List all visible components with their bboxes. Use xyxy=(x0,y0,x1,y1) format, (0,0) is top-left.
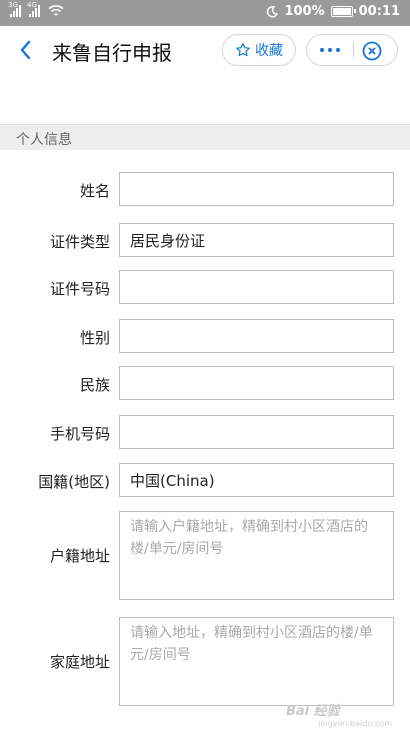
nationality-select[interactable]: 中国(China) xyxy=(119,463,394,497)
name-label: 姓名 xyxy=(79,182,110,200)
battery-percent: 100% xyxy=(284,4,325,19)
phone-input[interactable] xyxy=(119,415,394,449)
watermark-url: jingyan.baidu.com xyxy=(318,719,392,728)
signal-icon: 3G xyxy=(8,1,21,17)
more-button[interactable] xyxy=(307,35,353,65)
signal-icon: 4G xyxy=(27,1,40,17)
signal-tag: 4G xyxy=(27,1,37,9)
home-address-label: 家庭地址 xyxy=(49,653,110,671)
home-address-textarea[interactable]: 请输入地址，精确到村小区酒店的楼/单元/房间号 xyxy=(119,617,394,706)
divider xyxy=(353,42,354,58)
wifi-icon xyxy=(48,5,64,16)
favorite-label: 收藏 xyxy=(255,43,283,59)
watermark-brand: Bai 经验 xyxy=(286,704,340,719)
capsule-menu xyxy=(306,34,398,66)
favorite-button[interactable]: 收藏 xyxy=(222,34,296,66)
close-miniprogram-icon[interactable] xyxy=(359,38,385,64)
moon-icon xyxy=(267,5,279,17)
signal-indicators: 3G 4G xyxy=(8,1,64,17)
more-dots-icon xyxy=(320,48,324,52)
clock: 00:11 xyxy=(358,4,400,19)
back-icon[interactable] xyxy=(14,36,38,64)
name-input[interactable] xyxy=(119,172,394,206)
status-bar: 3G 4G 100% 00:11 xyxy=(0,0,410,26)
section-header: 个人信息 xyxy=(0,124,410,150)
app-header: 来鲁自行申报 收藏 xyxy=(0,26,410,74)
gender-label: 性别 xyxy=(79,329,110,347)
id-number-label: 证件号码 xyxy=(49,280,110,298)
phone-label: 手机号码 xyxy=(49,425,110,443)
section-title: 个人信息 xyxy=(16,132,72,148)
household-address-label: 户籍地址 xyxy=(49,547,110,565)
household-address-textarea[interactable]: 请输入户籍地址，精确到村小区酒店的楼/单元/房间号 xyxy=(119,511,394,600)
ethnicity-label: 民族 xyxy=(79,376,110,394)
id-type-select[interactable]: 居民身份证 xyxy=(119,223,394,257)
id-type-label: 证件类型 xyxy=(49,233,110,251)
signal-tag: 3G xyxy=(8,1,18,9)
nationality-label: 国籍(地区) xyxy=(38,473,110,491)
page-title: 来鲁自行申报 xyxy=(52,41,172,65)
ethnicity-select[interactable] xyxy=(119,366,394,400)
id-number-input[interactable] xyxy=(119,270,394,304)
gender-select[interactable] xyxy=(119,319,394,353)
battery-icon xyxy=(330,6,356,17)
star-icon xyxy=(236,43,250,57)
